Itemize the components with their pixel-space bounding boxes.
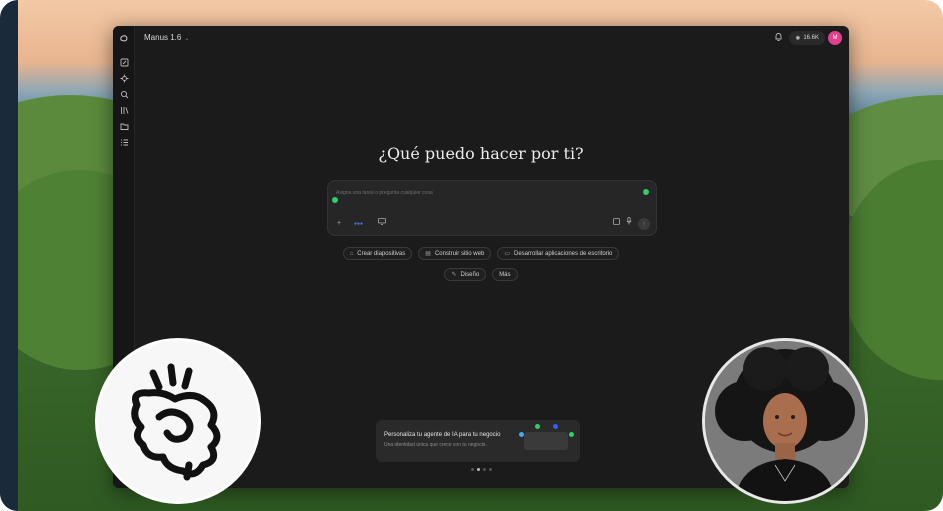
avatar[interactable]: M — [828, 31, 842, 45]
promo-illustration — [524, 432, 568, 450]
chip-design[interactable]: ✎ Diseño — [444, 268, 487, 281]
credits-badge[interactable]: ✺ 16.6K — [789, 31, 825, 45]
monitor-icon[interactable] — [378, 218, 386, 227]
promo-dot — [535, 424, 540, 429]
carousel-dot[interactable] — [476, 468, 480, 471]
chip-label: Construir sitio web — [434, 250, 485, 257]
chip-create-slides[interactable]: ⌂ Crear diapositivas — [342, 247, 413, 260]
carousel-dot[interactable] — [470, 468, 474, 471]
top-bar: Manus 1.6 ⌄ ✺ 16.6K M — [135, 26, 849, 50]
new-task-icon[interactable] — [118, 56, 130, 68]
suggestion-chips: ⌂ Crear diapositivas ▤ Construir sitio w… — [113, 247, 849, 260]
microphone-icon[interactable] — [626, 217, 632, 227]
screen-edge — [0, 0, 18, 511]
agents-icon[interactable] — [118, 72, 130, 84]
chip-more[interactable]: Más — [492, 268, 518, 281]
status-dot — [643, 189, 649, 195]
search-icon[interactable] — [118, 88, 130, 100]
suggestion-chips: ✎ Diseño Más — [113, 268, 849, 281]
send-button[interactable]: ↑ — [638, 218, 650, 230]
library-icon[interactable] — [118, 104, 130, 116]
attach-icon[interactable] — [613, 218, 620, 227]
status-dot — [332, 197, 338, 203]
folder-icon[interactable] — [118, 120, 130, 132]
chip-build-website[interactable]: ▤ Construir sitio web — [418, 247, 492, 260]
chevron-down-icon: ⌄ — [184, 36, 190, 42]
page-title: ¿Qué puedo hacer por ti? — [378, 144, 584, 163]
brand-logo — [95, 338, 261, 504]
hand-logo-icon — [131, 363, 221, 481]
promo-card[interactable]: Personaliza tu agente de IA para tu nego… — [376, 420, 580, 462]
avatar-initial: M — [832, 35, 838, 41]
promo-dot — [553, 424, 558, 429]
model-name-label: Manus 1.6 — [144, 33, 182, 42]
connectors-icon[interactable]: ●●● — [354, 222, 363, 227]
chip-label: Desarrollar aplicaciones de escritorio — [513, 250, 613, 257]
bell-icon[interactable] — [772, 32, 784, 44]
slides-icon: ⌂ — [349, 250, 354, 257]
chip-label: Más — [499, 271, 511, 278]
task-input[interactable] — [336, 188, 636, 198]
desktop-icon: ▭ — [504, 251, 510, 257]
plus-icon[interactable]: + — [337, 220, 341, 227]
carousel-dot[interactable] — [482, 468, 486, 471]
desktop-background: Manus 1.6 ⌄ ✺ 16.6K M ¿Qué puedo hacer po… — [0, 0, 943, 511]
promo-subtitle: Una identidad única que crece con tu neg… — [384, 442, 487, 448]
credits-value: 16.6K — [803, 35, 819, 41]
promo-title: Personaliza tu agente de IA para tu nego… — [384, 432, 501, 438]
promo-dot — [519, 432, 524, 437]
credits-icon: ✺ — [795, 35, 801, 42]
carousel-dot[interactable] — [488, 468, 492, 471]
chip-label: Crear diapositivas — [357, 250, 406, 257]
chip-desktop-apps[interactable]: ▭ Desarrollar aplicaciones de escritorio — [497, 247, 620, 260]
promo-dot — [569, 432, 574, 437]
design-icon: ✎ — [451, 272, 457, 278]
chip-label: Diseño — [460, 271, 480, 278]
presenter-portrait — [702, 338, 868, 504]
task-composer: + ●●● ↑ — [327, 180, 657, 236]
website-icon: ▤ — [425, 251, 431, 257]
logo-icon[interactable] — [118, 32, 130, 44]
arrow-up-icon: ↑ — [642, 220, 646, 228]
model-selector[interactable]: Manus 1.6 ⌄ — [144, 33, 189, 42]
person-image — [705, 341, 865, 501]
